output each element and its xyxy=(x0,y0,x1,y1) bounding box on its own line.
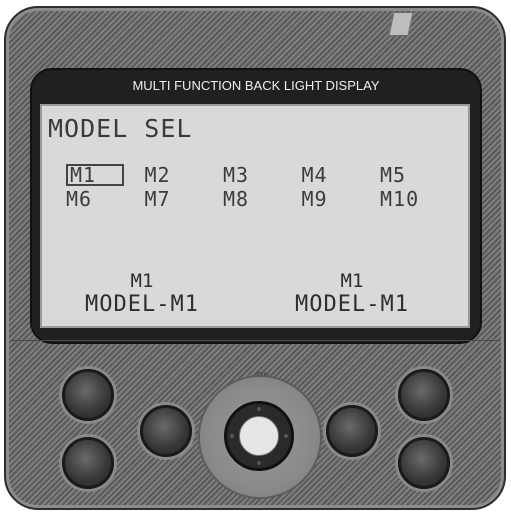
footer-right: M1 MODEL-M1 xyxy=(252,270,452,318)
model-m3-label: M3 xyxy=(223,163,250,187)
model-grid: M1 M2 M3 M4 M5 M6 M7 M8 M9 M10 xyxy=(66,164,446,212)
model-row-2: M6 M7 M8 M9 M10 xyxy=(66,188,446,212)
model-m3[interactable]: M3 xyxy=(223,164,289,188)
model-m9-label: M9 xyxy=(301,187,328,211)
bottom-right-button[interactable] xyxy=(398,437,450,489)
model-m1-label: M1 xyxy=(66,164,124,186)
bottom-left-button[interactable] xyxy=(62,437,114,489)
model-m10-label: M10 xyxy=(380,187,420,211)
dpad-up-indicator xyxy=(257,407,261,411)
model-m2[interactable]: M2 xyxy=(145,164,211,188)
footer-right-number: M1 xyxy=(340,270,364,292)
model-row-1: M1 M2 M3 M4 M5 xyxy=(66,164,446,188)
device-stage: MULTI FUNCTION BACK LIGHT DISPLAY MODEL … xyxy=(0,0,511,515)
model-m6-label: M6 xyxy=(66,187,93,211)
model-m10[interactable]: M10 xyxy=(380,188,446,212)
model-m7-label: M7 xyxy=(144,187,171,211)
display-title: MULTI FUNCTION BACK LIGHT DISPLAY xyxy=(132,78,380,93)
model-m5-label: M5 xyxy=(380,163,407,187)
top-left-button[interactable] xyxy=(62,369,114,421)
top-right-button[interactable] xyxy=(398,369,450,421)
dpad-down-indicator xyxy=(257,461,261,465)
model-m5[interactable]: M5 xyxy=(380,164,446,188)
dpad-right-indicator xyxy=(284,434,288,438)
footer-left: M1 MODEL-M1 xyxy=(42,270,242,318)
control-panel: SW xyxy=(10,340,500,509)
model-m8[interactable]: M8 xyxy=(223,188,289,212)
model-m7[interactable]: M7 xyxy=(145,188,211,212)
model-m4[interactable]: M4 xyxy=(302,164,368,188)
footer-left-number: M1 xyxy=(130,270,154,292)
inner-right-button[interactable] xyxy=(326,405,378,457)
footer-left-name: MODEL-M1 xyxy=(85,292,199,317)
dpad[interactable] xyxy=(224,401,294,471)
model-m2-label: M2 xyxy=(144,163,171,187)
model-m9[interactable]: M9 xyxy=(302,188,368,212)
model-m6[interactable]: M6 xyxy=(66,188,132,212)
dpad-left-indicator xyxy=(230,434,234,438)
lcd-screen: MODEL SEL M1 M2 M3 M4 M5 M6 M7 M8 M9 M10… xyxy=(40,104,470,328)
model-m8-label: M8 xyxy=(223,187,250,211)
model-m4-label: M4 xyxy=(301,163,328,187)
dpad-center-button[interactable] xyxy=(239,416,279,456)
model-m1[interactable]: M1 xyxy=(66,164,132,188)
inner-left-button[interactable] xyxy=(140,405,192,457)
footer-right-name: MODEL-M1 xyxy=(295,292,409,317)
screen-title: MODEL SEL xyxy=(48,114,193,143)
